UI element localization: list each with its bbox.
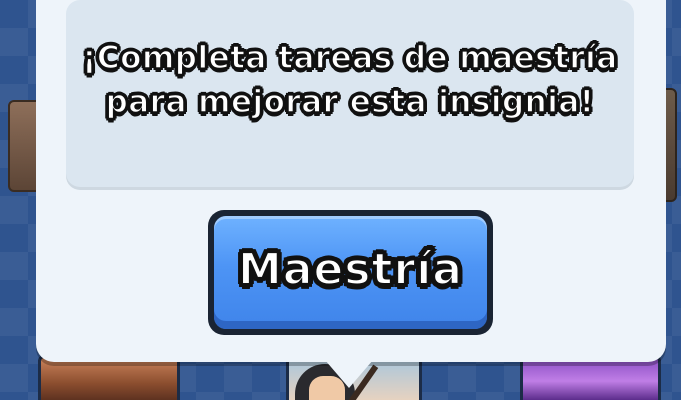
tooltip-message: ¡Completa tareas de maestría para mejora… [82, 39, 618, 121]
mastery-button[interactable]: Maestría [214, 216, 487, 329]
mastery-button-label: Maestría [237, 243, 463, 296]
game-screen: ¡Completa tareas de maestría para mejora… [0, 0, 681, 400]
message-box: ¡Completa tareas de maestría para mejora… [66, 0, 634, 190]
tooltip-pointer [325, 360, 373, 388]
